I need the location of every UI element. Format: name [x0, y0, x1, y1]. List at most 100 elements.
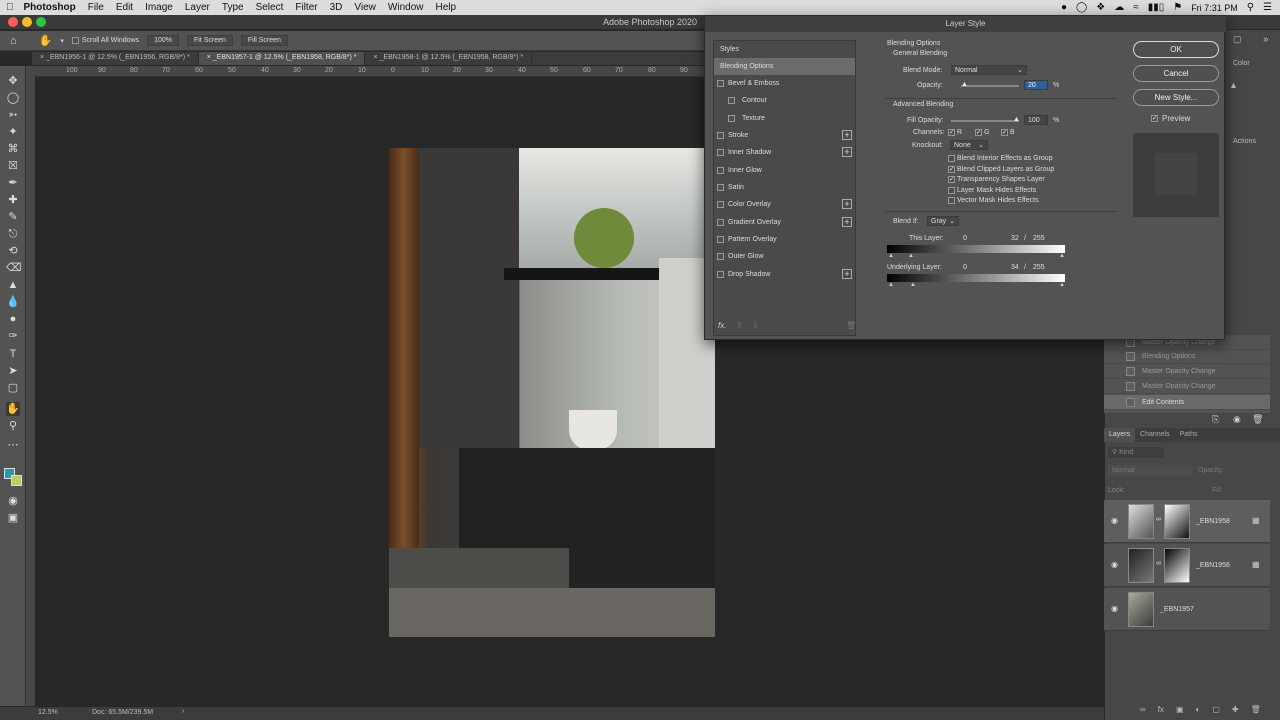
layer-row[interactable]: ◉ ∞ _EBN1958 ▦ [1104, 500, 1270, 543]
new-group-icon[interactable]: ▢ [1212, 705, 1220, 714]
tab-paths[interactable]: Paths [1175, 428, 1203, 442]
menubar-clock[interactable]: Fri 7:31 PM [1191, 3, 1238, 13]
more-tools-icon[interactable]: ⋯ [6, 438, 20, 452]
tab-layers[interactable]: Layers [1104, 428, 1136, 442]
menu-view[interactable]: View [348, 2, 382, 13]
history-trash-icon[interactable]: 🗑 [1252, 414, 1263, 425]
this-layer-black-thumb-icon[interactable]: ▲ [888, 253, 894, 259]
style-contour[interactable]: Contour [714, 92, 855, 109]
tab-channels[interactable]: Channels [1135, 428, 1175, 442]
styles-header[interactable]: Styles [714, 41, 855, 58]
new-layer-icon[interactable]: ✚ [1232, 705, 1239, 714]
pen-tool-icon[interactable]: ✑ [6, 329, 20, 343]
style-checkbox[interactable] [717, 236, 724, 243]
opacity-input[interactable]: 20 [1024, 80, 1048, 90]
eyedropper-tool-icon[interactable]: ✒ [6, 176, 20, 190]
fx-menu-button[interactable]: fx. [718, 321, 726, 330]
underlying-black-thumb-icon[interactable]: ▲ [888, 282, 894, 288]
spotlight-icon[interactable]: ⚲ [1247, 2, 1254, 13]
delete-layer-icon[interactable]: 🗑 [1251, 705, 1261, 714]
layer-blend-mode[interactable]: Normal [1108, 465, 1193, 476]
link-icon[interactable]: ∞ [1156, 560, 1161, 567]
record-icon[interactable]: ● [1061, 2, 1067, 13]
link-layers-icon[interactable]: ∞ [1140, 705, 1146, 714]
visibility-eye-icon[interactable]: ◉ [1111, 560, 1118, 569]
sync-icon[interactable]: ◯ [1076, 2, 1087, 13]
quick-mask-icon[interactable]: ◉ [6, 494, 20, 508]
layer-name[interactable]: _EBN1957 [1160, 606, 1194, 613]
tab-ebn1958[interactable]: × _EBN1958-1 @ 12.5% (_EBN1958, RGB/8*) … [365, 52, 533, 65]
document-image[interactable] [389, 148, 715, 637]
blend-if-select[interactable]: Gray ⌄ [927, 216, 959, 226]
menu-window[interactable]: Window [382, 2, 430, 13]
style-checkbox[interactable] [717, 167, 724, 174]
style-texture[interactable]: Texture [714, 110, 855, 127]
move-up-icon[interactable]: ⇧ [736, 321, 743, 330]
stamp-tool-icon[interactable]: ⎋ [6, 227, 20, 241]
style-blending-options[interactable]: Blending Options [714, 58, 855, 75]
ok-button[interactable]: OK [1133, 41, 1219, 58]
new-document-from-state-icon[interactable]: ⎘ [1212, 414, 1219, 425]
menu-type[interactable]: Type [216, 2, 250, 13]
history-item[interactable]: Master Opacity Change [1104, 379, 1270, 394]
knockout-select[interactable]: None ⌄ [950, 140, 988, 150]
delete-effect-icon[interactable]: 🗑 [846, 321, 856, 330]
zoom-100-button[interactable]: 100% [147, 35, 179, 46]
link-icon[interactable]: ∞ [1156, 516, 1161, 523]
layer-name[interactable]: _EBN1958 [1196, 518, 1230, 525]
this-layer-split-thumb-icon[interactable]: ▲ [908, 253, 914, 259]
scroll-all-checkbox[interactable] [71, 37, 79, 44]
move-tool-icon[interactable]: ✥ [6, 74, 20, 88]
layer-fx-icon[interactable]: fx [1158, 705, 1164, 714]
underlying-white-thumb-icon[interactable]: ▲ [1059, 282, 1065, 288]
vector-mask-hides-checkbox[interactable] [948, 197, 955, 204]
fill-opacity-slider-thumb-icon[interactable]: ▲ [1013, 116, 1020, 123]
this-layer-white-thumb-icon[interactable]: ▲ [1059, 253, 1065, 259]
visibility-eye-icon[interactable]: ◉ [1111, 604, 1118, 613]
channel-r-checkbox[interactable]: ✓ [948, 129, 955, 136]
fit-screen-button[interactable]: Fit Screen [186, 35, 233, 46]
opacity-slider[interactable] [961, 85, 1019, 87]
style-checkbox[interactable] [728, 97, 735, 104]
screen-mode-icon[interactable]: ▣ [6, 511, 20, 525]
channel-g-checkbox[interactable]: ✓ [975, 129, 982, 136]
style-stroke[interactable]: Stroke + [714, 127, 855, 144]
brush-tool-icon[interactable]: ✎ [6, 210, 20, 224]
style-checkbox[interactable] [717, 184, 724, 191]
menu-filter[interactable]: Filter [289, 2, 323, 13]
apple-icon[interactable]:  [0, 2, 20, 13]
style-pattern-overlay[interactable]: Pattern Overlay [714, 231, 855, 248]
status-arrow-icon[interactable]: › [182, 708, 184, 715]
zoom-window-icon[interactable] [36, 17, 46, 27]
style-checkbox[interactable] [717, 271, 724, 278]
style-checkbox[interactable] [717, 201, 724, 208]
fill-opacity-slider[interactable] [951, 120, 1019, 122]
battery-icon[interactable]: ▮▮▯ [1148, 2, 1165, 13]
style-inner-shadow[interactable]: Inner Shadow + [714, 144, 855, 161]
menu-image[interactable]: Image [139, 2, 179, 13]
channel-b-checkbox[interactable]: ✓ [1001, 129, 1008, 136]
style-inner-glow[interactable]: Inner Glow [714, 162, 855, 179]
home-icon[interactable]: ⌂ [10, 35, 17, 47]
layer-row[interactable]: ◉ ∞ _EBN1956 ▦ [1104, 544, 1270, 587]
menu-layer[interactable]: Layer [179, 2, 216, 13]
style-color-overlay[interactable]: Color Overlay + [714, 196, 855, 213]
menu-app-name[interactable]: Photoshop [20, 2, 82, 13]
style-satin[interactable]: Satin [714, 179, 855, 196]
menu-edit[interactable]: Edit [110, 2, 139, 13]
wifi-icon[interactable]: ≈ [1133, 2, 1139, 13]
close-window-icon[interactable] [8, 17, 18, 27]
style-drop-shadow[interactable]: Drop Shadow + [714, 266, 855, 283]
history-item-selected[interactable]: Edit Contents [1104, 395, 1270, 410]
style-checkbox[interactable] [717, 80, 724, 87]
crop-tool-icon[interactable]: ⌘ [6, 142, 20, 156]
opacity-slider-thumb-icon[interactable]: ▲ [961, 81, 968, 88]
frame-tool-icon[interactable]: ☒ [6, 159, 20, 173]
blur-tool-icon[interactable]: 💧 [6, 295, 20, 309]
style-checkbox[interactable] [717, 219, 724, 226]
rectangle-tool-icon[interactable]: ▢ [6, 381, 20, 395]
notification-icon[interactable]: ☰ [1263, 2, 1272, 13]
menu-file[interactable]: File [82, 2, 110, 13]
layer-thumbnail[interactable] [1128, 592, 1154, 627]
style-gradient-overlay[interactable]: Gradient Overlay + [714, 214, 855, 231]
